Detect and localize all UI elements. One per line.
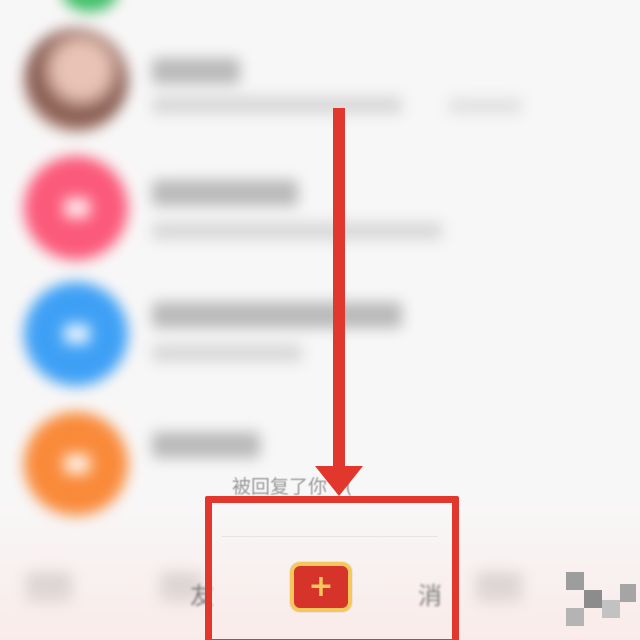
contact-name xyxy=(152,432,260,458)
avatar xyxy=(24,282,128,386)
list-item[interactable] xyxy=(0,22,640,142)
mosaic-block xyxy=(602,600,620,618)
annotation-arrow-shaft xyxy=(333,108,345,470)
heart-icon xyxy=(64,454,90,474)
mosaic-block xyxy=(584,590,602,608)
message-time xyxy=(448,98,522,114)
message-snippet xyxy=(152,344,302,362)
app-screen: 被回复了你 · ( 友 消 + xyxy=(0,0,640,640)
avatar xyxy=(24,156,128,260)
mosaic-block xyxy=(620,584,636,602)
heart-icon xyxy=(64,198,90,218)
service-icon xyxy=(64,324,90,344)
status-dot xyxy=(62,0,118,12)
message-snippet xyxy=(152,96,402,114)
annotation-arrow-head xyxy=(315,466,363,496)
message-snippet xyxy=(152,222,442,240)
contact-name xyxy=(152,180,298,206)
annotation-highlight-box xyxy=(205,496,459,640)
avatar xyxy=(24,28,128,132)
contact-name xyxy=(152,58,240,84)
contact-name xyxy=(152,302,402,328)
mosaic-block xyxy=(566,608,584,626)
list-item[interactable] xyxy=(0,150,640,270)
mosaic-block xyxy=(566,572,584,590)
list-item[interactable] xyxy=(0,272,640,392)
